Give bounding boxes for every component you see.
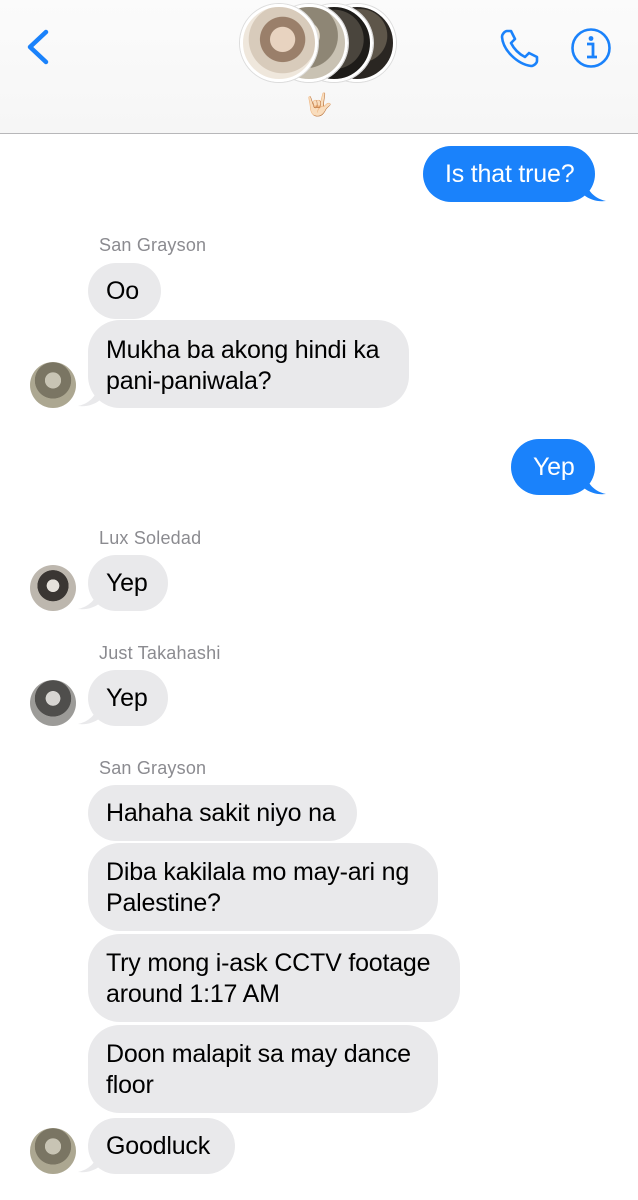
message-text-line: Diba kakilala mo may-ari ng <box>106 858 410 886</box>
message-text: Oo <box>106 277 139 305</box>
sender-name: Just Takahashi <box>99 643 221 663</box>
bubble-tail <box>78 381 100 407</box>
chevron-left-icon <box>27 29 49 65</box>
bubble-tail <box>584 176 606 202</box>
message-text-line: Palestine? <box>106 889 221 917</box>
sender-name: Lux Soledad <box>99 528 202 548</box>
received-message-bubble[interactable]: Diba kakilala mo may-ari ng Palestine? <box>88 843 438 931</box>
message-text: Hahaha sakit niyo na <box>106 799 336 827</box>
avatar-lux-soledad[interactable] <box>30 565 76 611</box>
bubble-tail <box>78 699 100 725</box>
conversation-header: 🤟🏻 <box>0 0 638 134</box>
back-button[interactable] <box>22 26 56 68</box>
phone-icon <box>500 29 539 68</box>
avatar-just-takahashi[interactable] <box>30 680 76 726</box>
avatar-san-grayson[interactable] <box>30 1128 76 1174</box>
bubble-tail <box>78 584 100 610</box>
group-avatar-stack[interactable] <box>240 4 400 84</box>
group-name-emoji: 🤟🏻 <box>305 92 333 117</box>
bubble-tail <box>78 1147 100 1173</box>
message-text: Goodluck <box>106 1132 211 1160</box>
received-message-bubble[interactable]: Goodluck <box>88 1118 235 1174</box>
sent-message-bubble[interactable]: Yep <box>511 439 595 495</box>
sender-name: San Grayson <box>99 758 207 778</box>
bubble-tail <box>584 469 606 495</box>
call-button[interactable] <box>498 26 542 70</box>
message-text: Yep <box>533 453 575 481</box>
sender-name: San Grayson <box>99 235 207 255</box>
message-text-line: around 1:17 AM <box>106 980 280 1008</box>
message-text: Is that true? <box>445 160 575 188</box>
info-icon <box>571 28 611 68</box>
message-text-line: pani-paniwala? <box>106 367 272 395</box>
message-text-line: Try mong i-ask CCTV footage <box>106 949 431 977</box>
received-message-bubble[interactable]: Yep <box>88 555 168 611</box>
received-message-bubble[interactable]: Doon malapit sa may dance floor <box>88 1025 438 1113</box>
message-text-line: Mukha ba akong hindi ka <box>106 336 380 364</box>
message-text: Yep <box>106 569 148 597</box>
received-message-bubble[interactable]: Mukha ba akong hindi ka pani-paniwala? <box>88 320 409 408</box>
message-text-line: floor <box>106 1071 154 1099</box>
received-message-bubble[interactable]: Hahaha sakit niyo na <box>88 785 357 841</box>
message-text: Yep <box>106 684 148 712</box>
sent-message-bubble[interactable]: Is that true? <box>423 146 595 202</box>
received-message-bubble[interactable]: Yep <box>88 670 168 726</box>
group-member-avatar <box>240 4 318 82</box>
message-text-line: Doon malapit sa may dance <box>106 1040 411 1068</box>
received-message-bubble[interactable]: Try mong i-ask CCTV footage around 1:17 … <box>88 934 460 1022</box>
avatar-san-grayson[interactable] <box>30 362 76 408</box>
info-button[interactable] <box>569 26 613 70</box>
received-message-bubble[interactable]: Oo <box>88 263 161 319</box>
